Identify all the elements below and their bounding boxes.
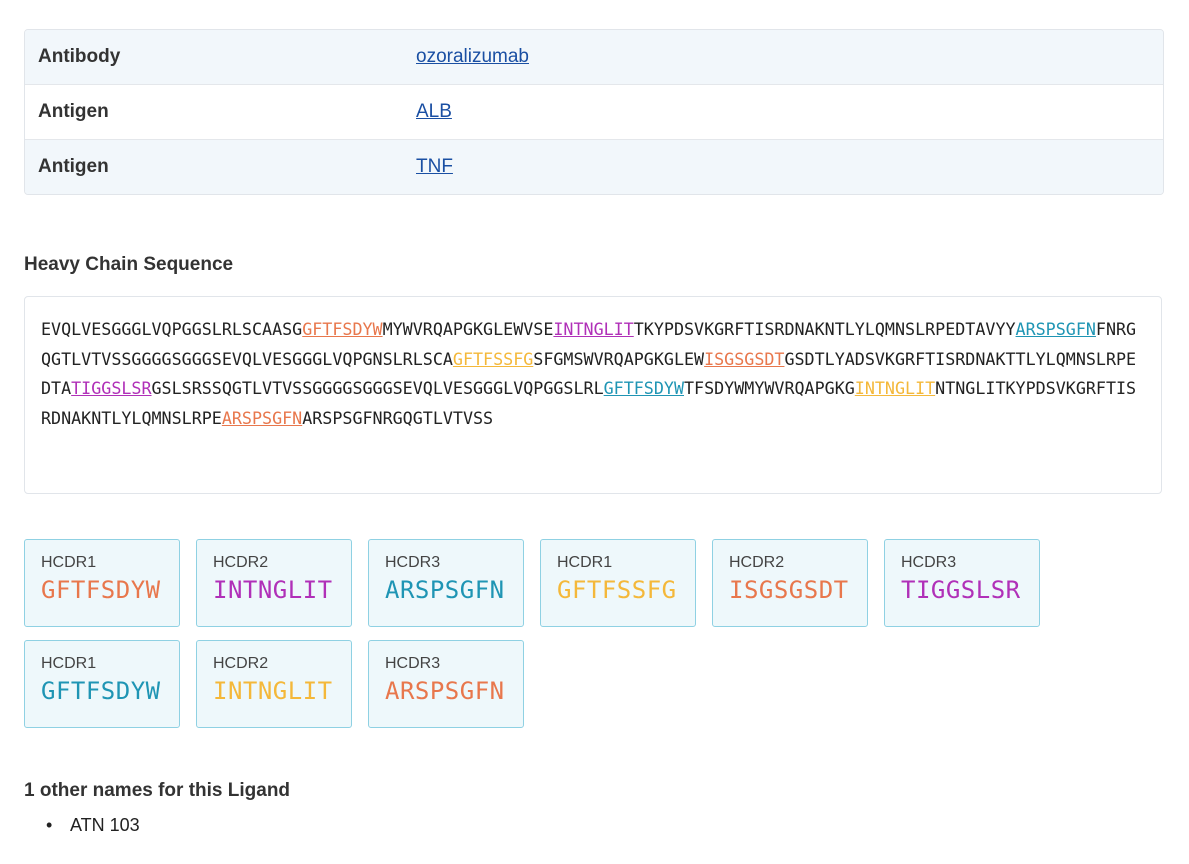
cdr-card: HCDR2 INTNGLIT <box>196 640 352 728</box>
cdr-label: HCDR1 <box>557 554 613 571</box>
info-label: Antigen <box>38 101 109 122</box>
antibody-link[interactable]: ozoralizumab <box>416 46 529 67</box>
sequence-segment: MYWVRQAPGKGLEWVSE <box>382 319 554 339</box>
cdr-segment: GFTFSDYW <box>603 378 684 398</box>
info-table: Antibody ozoralizumab Antigen ALB Antige… <box>24 29 1164 195</box>
sequence-segment: TKYPDSVKGRFTISRDNAKNTLYLQMNSLRPEDTAVYY <box>633 319 1016 339</box>
info-label: Antibody <box>38 46 121 67</box>
cdr-sequence: ISGSGSDT <box>729 576 849 604</box>
cdr-sequence: ARSPSGFN <box>385 576 505 604</box>
cdr-card: HCDR2 INTNGLIT <box>196 539 352 627</box>
cdr-card: HCDR1 GFTFSDYW <box>24 539 180 627</box>
heavy-chain-title: Heavy Chain Sequence <box>24 254 234 275</box>
cdr-label: HCDR3 <box>385 554 441 571</box>
sequence-segment: EVQLVESGGGLVQPGGSLRLSCAASG <box>41 319 303 339</box>
info-row-antibody: Antibody ozoralizumab <box>25 30 1163 84</box>
cdr-segment: GFTFSSFG <box>452 348 534 369</box>
cdr-label: HCDR3 <box>901 554 957 571</box>
cdr-label: HCDR3 <box>385 655 441 672</box>
cdr-sequence: GFTFSDYW <box>41 677 161 705</box>
cdr-label: HCDR2 <box>729 554 785 571</box>
cdr-sequence: ARSPSGFN <box>385 677 505 705</box>
cdr-sequence: TIGGSLSR <box>901 576 1021 604</box>
other-name-item: • ATN 103 <box>46 815 140 836</box>
antigen-link-alb[interactable]: ALB <box>416 101 452 122</box>
cdr-segment: ARSPSGFN <box>1015 319 1096 339</box>
cdr-sequence: INTNGLIT <box>213 576 333 604</box>
info-label: Antigen <box>38 156 109 177</box>
cdr-label: HCDR2 <box>213 554 269 571</box>
cdr-segment: INTNGLIT <box>553 319 634 339</box>
cdr-segment: ARSPSGFN <box>221 407 303 428</box>
cdr-card: HCDR2 ISGSGSDT <box>712 539 868 627</box>
cdr-label: HCDR1 <box>41 655 97 672</box>
other-name-text: ATN 103 <box>70 815 140 835</box>
sequence-segment: ARSPSGFNRGQGTLVTVSS <box>302 407 494 428</box>
cdr-sequence: INTNGLIT <box>213 677 333 705</box>
sequence-segment: SFGMSWVRQAPGKGLEW <box>533 348 705 369</box>
cdr-label: HCDR1 <box>41 554 97 571</box>
cdr-sequence: GFTFSSFG <box>557 576 677 604</box>
sequence-segment: GSLSRSSQGTLVTVSSGGGGSGGGSEVQLVESGGGLVQPG… <box>151 378 604 398</box>
cdr-card: HCDR3 ARSPSGFN <box>368 539 524 627</box>
cdr-card: HCDR3 ARSPSGFN <box>368 640 524 728</box>
heavy-chain-sequence: EVQLVESGGGLVQPGGSLRLSCAASGGFTFSDYWMYWVRQ… <box>41 315 1145 433</box>
info-row-antigen: Antigen ALB <box>25 84 1163 139</box>
antigen-link-tnf[interactable]: TNF <box>416 156 453 177</box>
cdr-card: HCDR1 GFTFSSFG <box>540 539 696 627</box>
sequence-box: EVQLVESGGGLVQPGGSLRLSCAASGGFTFSDYWMYWVRQ… <box>24 296 1162 494</box>
cdr-segment: INTNGLIT <box>854 378 936 398</box>
cdr-segment: TIGGSLSR <box>71 378 152 398</box>
other-names-title: 1 other names for this Ligand <box>24 780 291 801</box>
bullet-icon: • <box>46 815 53 835</box>
cdr-card: HCDR3 TIGGSLSR <box>884 539 1040 627</box>
cdr-sequence: GFTFSDYW <box>41 576 161 604</box>
cdr-label: HCDR2 <box>213 655 269 672</box>
sequence-segment: TFSDYWMYWVRQAPGKG <box>684 378 855 398</box>
info-row-antigen: Antigen TNF <box>25 139 1163 194</box>
other-names-list: • ATN 103 <box>46 815 140 836</box>
cdr-card: HCDR1 GFTFSDYW <box>24 640 180 728</box>
cdr-segment: ISGSGSDT <box>704 348 785 369</box>
cdr-segment: GFTFSDYW <box>302 319 383 339</box>
